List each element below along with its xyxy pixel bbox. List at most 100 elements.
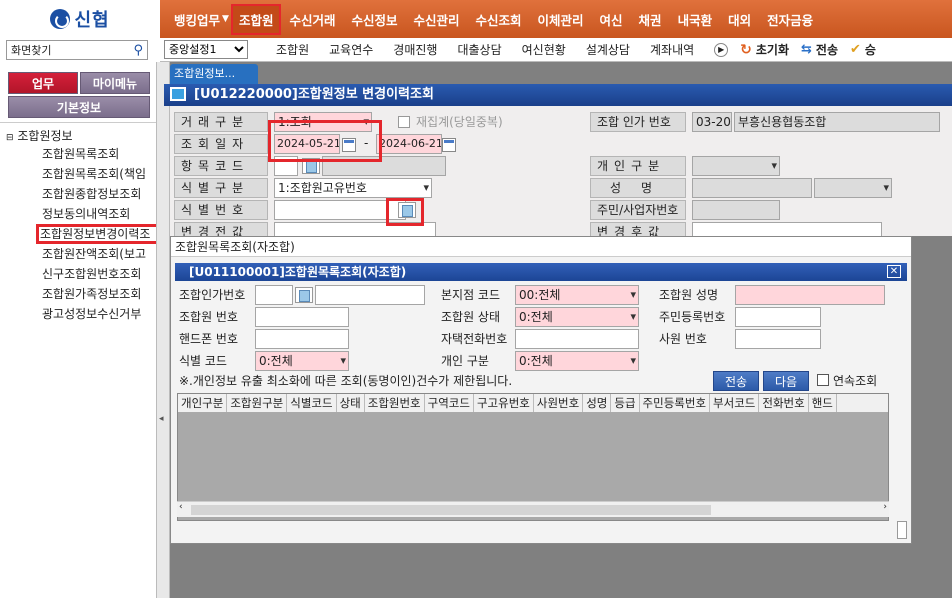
tree-item[interactable]: 조합원잔액조회(보고 (0, 244, 160, 264)
tree-root[interactable]: ⊟ 조합원정보 (0, 123, 160, 144)
recount-checkbox[interactable] (398, 116, 410, 128)
name-label: 성명 (590, 178, 686, 198)
phone-input[interactable] (255, 329, 349, 349)
submenu-education[interactable]: 교육연수 (319, 41, 383, 58)
home-phone-input[interactable] (515, 329, 639, 349)
menu-domestic-exchange[interactable]: 내국환 (670, 10, 721, 29)
status-select[interactable]: 0:전체 (515, 307, 639, 327)
member-no-label: 조합원 번호 (179, 310, 239, 324)
name-select[interactable] (814, 178, 892, 198)
column-header[interactable]: 전화번호 (759, 394, 809, 412)
continuous-checkbox[interactable] (817, 374, 829, 386)
screen-search-input[interactable]: 화면찾기 ⚲ (6, 40, 148, 60)
setting-select[interactable]: 중앙설정1 (164, 40, 248, 59)
tab-work[interactable]: 업무 (8, 72, 78, 94)
name-input[interactable] (692, 178, 812, 198)
tree-item[interactable]: 정보동의내역조회 (0, 204, 160, 224)
menu-transfer[interactable]: 이체관리 (530, 10, 592, 29)
play-icon[interactable]: ▶ (714, 42, 729, 57)
collapse-arrow-icon[interactable]: ◂ (159, 414, 164, 424)
scroll-right-icon[interactable]: › (883, 502, 887, 512)
auth-search-icon[interactable] (295, 287, 313, 303)
branch-select[interactable]: 00:전체 (515, 285, 639, 305)
tree-item[interactable]: 신구조합원번호조회 (0, 264, 160, 284)
column-header[interactable]: 개인구분 (178, 394, 228, 412)
id-type-select[interactable]: 1:조합원고유번호 (274, 178, 432, 198)
menu-bond[interactable]: 채권 (631, 10, 670, 29)
menu-tree: ⊟ 조합원정보 조합원목록조회 조합원목록조회(책임 조합원종합정보조회 정보동… (0, 122, 160, 324)
menu-deposit-manage[interactable]: 수신관리 (405, 10, 467, 29)
column-header[interactable]: 구고유번호 (474, 394, 534, 412)
submenu-loan-consult[interactable]: 대출상담 (447, 41, 511, 58)
rrn-input[interactable] (692, 200, 780, 220)
submenu-design-consult[interactable]: 설계상담 (576, 41, 640, 58)
personal-type-select[interactable] (692, 156, 780, 176)
send-button[interactable]: ⇆ 전송 (801, 41, 838, 58)
menu-loan[interactable]: 여신 (592, 10, 631, 29)
continuous-label: 연속조회 (833, 374, 878, 388)
approve-button[interactable]: ✔ 승 (850, 41, 876, 58)
tree-item[interactable]: 조합원종합정보조회 (0, 184, 160, 204)
column-header[interactable]: 구역코드 (425, 394, 474, 412)
tab-mymenu[interactable]: 마이메뉴 (80, 72, 150, 94)
personal-type-select[interactable]: 0:전체 (515, 351, 639, 371)
send-button[interactable]: 전송 (713, 371, 759, 391)
close-icon[interactable]: ✕ (887, 265, 901, 278)
scroll-left-icon[interactable]: ‹ (179, 502, 183, 512)
resize-handle[interactable] (897, 521, 907, 539)
column-header[interactable]: 부서코드 (710, 394, 760, 412)
highlight-box (386, 198, 424, 226)
panel-splitter[interactable]: ◂ (156, 62, 170, 598)
id-code-select[interactable]: 0:전체 (255, 351, 349, 371)
employee-no-input[interactable] (735, 329, 821, 349)
menu-banking[interactable]: 뱅킹업무 (166, 10, 228, 29)
tree-item[interactable]: 광고성정보수신거부 (0, 304, 160, 324)
search-icon[interactable]: ⚲ (133, 43, 143, 58)
next-button[interactable]: 다음 (763, 371, 809, 391)
column-header[interactable]: 등급 (611, 394, 640, 412)
date-to-input[interactable]: 2024-06-21 (376, 134, 442, 154)
id-no-label: 식별번호 (174, 200, 268, 220)
member-no-input[interactable] (255, 307, 349, 327)
app-logo: 신협 (0, 0, 160, 38)
menu-deposit-inquiry[interactable]: 수신조회 (468, 10, 530, 29)
submenu-member[interactable]: 조합원 (266, 41, 319, 58)
menu-external[interactable]: 대외 (720, 10, 759, 29)
column-header[interactable]: 조합원번호 (365, 394, 425, 412)
refresh-icon: ↻ (740, 41, 752, 58)
reset-button[interactable]: ↻ 초기화 (740, 41, 789, 58)
column-header[interactable]: 조합원구분 (227, 394, 288, 412)
calendar-icon[interactable] (442, 138, 456, 152)
submenu-auction[interactable]: 경매진행 (383, 41, 447, 58)
collapse-icon[interactable]: ⊟ (6, 133, 14, 143)
menu-deposit-trade[interactable]: 수신거래 (281, 10, 343, 29)
transfer-icon: ⇆ (801, 42, 812, 57)
scroll-thumb[interactable] (191, 505, 711, 515)
column-header[interactable]: 사원번호 (534, 394, 584, 412)
auth-no-input[interactable] (255, 285, 293, 305)
highlight-box (268, 120, 382, 162)
date-label: 조회일자 (174, 134, 268, 154)
menu-member[interactable]: 조합원 (230, 3, 282, 35)
column-header[interactable]: 식별코드 (287, 394, 337, 412)
column-header[interactable]: 주민등록번호 (640, 394, 711, 412)
menu-deposit-info[interactable]: 수신정보 (343, 10, 405, 29)
rrn-input[interactable] (735, 307, 821, 327)
tree-item[interactable]: 조합원가족정보조회 (0, 284, 160, 304)
branch-label: 본지점 코드 (441, 288, 501, 302)
document-tab[interactable]: 조합원정보... (170, 64, 258, 84)
menu-e-finance[interactable]: 전자금융 (759, 10, 821, 29)
submenu-account-history[interactable]: 계좌내역 (640, 41, 704, 58)
submenu-loan-status[interactable]: 여신현황 (512, 41, 576, 58)
horizontal-scrollbar[interactable]: ‹ › (177, 501, 889, 517)
grid-header: 개인구분 조합원구분 식별코드 상태 조합원번호 구역코드 구고유번호 사원번호… (178, 394, 888, 413)
tree-item[interactable]: 조합원목록조회(책임 (0, 164, 160, 184)
column-header[interactable]: 성명 (583, 394, 612, 412)
tree-item[interactable]: 조합원목록조회 (0, 144, 160, 164)
member-name-input[interactable] (735, 285, 885, 305)
column-header[interactable]: 상태 (337, 394, 365, 412)
tree-item-selected[interactable]: 조합원정보변경이력조 (36, 224, 160, 244)
column-header[interactable]: 핸드 (809, 394, 837, 412)
auth-name-value: 부흥신용협동조합 (734, 112, 940, 132)
tab-basic-info[interactable]: 기본정보 (8, 96, 150, 118)
